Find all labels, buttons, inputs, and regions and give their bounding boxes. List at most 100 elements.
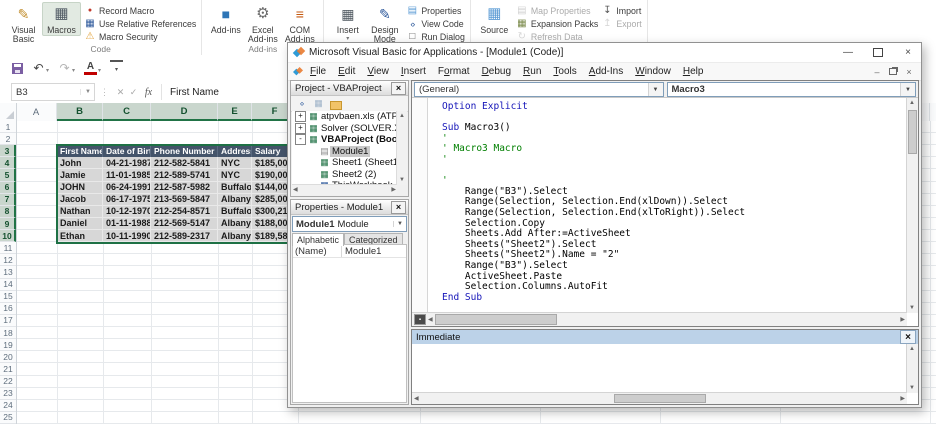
immediate-content[interactable] <box>412 344 907 393</box>
table-cell[interactable]: 11-01-1985 <box>103 169 151 181</box>
tab-alphabetic[interactable]: Alphabetic <box>292 233 344 246</box>
table-header-cell-address[interactable]: Address <box>218 145 252 157</box>
menu-tools[interactable]: Tools <box>547 66 582 77</box>
table-header-cell-first-name[interactable]: First Name <box>57 145 103 157</box>
save-button[interactable] <box>12 63 23 74</box>
ribbon-button-refresh-data[interactable]: Refresh Data <box>516 31 598 42</box>
procedure-view-button[interactable]: ▪ <box>414 314 426 325</box>
properties-close-icon[interactable]: × <box>391 201 406 214</box>
minimize-button[interactable]: — <box>835 44 861 61</box>
table-cell[interactable]: Daniel <box>57 218 103 230</box>
cancel-button[interactable]: ✕ <box>114 87 127 98</box>
name-box[interactable]: B3 ▼ <box>11 83 95 101</box>
scroll-right-icon[interactable]: ▶ <box>900 317 907 323</box>
tree-expander-icon[interactable]: + <box>295 123 306 134</box>
ribbon-button-properties[interactable]: Properties <box>406 5 465 16</box>
menu-run[interactable]: Run <box>517 66 547 77</box>
table-cell[interactable]: 212-254-8571 <box>151 206 218 218</box>
view-code-tool-icon[interactable] <box>295 98 308 110</box>
table-cell[interactable]: Buffalo <box>218 206 252 218</box>
row-header-21[interactable]: 21 <box>0 363 16 375</box>
vscroll-thumb[interactable] <box>908 110 917 154</box>
row-header-1[interactable]: 1 <box>0 121 16 133</box>
row-header-12[interactable]: 12 <box>0 254 16 266</box>
row-header-9[interactable]: 9 <box>0 218 16 230</box>
tree-expander-icon[interactable]: - <box>295 134 306 145</box>
table-cell[interactable]: Ethan <box>57 230 103 242</box>
table-cell[interactable]: 213-569-5847 <box>151 194 218 206</box>
row-header-16[interactable]: 16 <box>0 303 16 315</box>
property-row[interactable]: (Name)Module1 <box>293 245 406 258</box>
project-explorer-titlebar[interactable]: Project - VBAProject × <box>291 81 408 96</box>
table-cell[interactable]: 06-17-1975 <box>103 194 151 206</box>
row-header-14[interactable]: 14 <box>0 279 16 291</box>
row-header-8[interactable]: 8 <box>0 206 16 218</box>
table-cell[interactable]: 01-11-1988 <box>103 218 151 230</box>
selector-dropdown-icon[interactable]: ▼ <box>393 221 406 227</box>
menu-help[interactable]: Help <box>677 66 710 77</box>
sheet-row-25[interactable] <box>16 412 936 424</box>
table-cell[interactable]: 212-589-5741 <box>151 169 218 181</box>
table-cell[interactable]: Jacob <box>57 194 103 206</box>
select-all-corner[interactable] <box>0 103 17 121</box>
scroll-left-icon[interactable]: ◀ <box>414 396 419 402</box>
table-cell[interactable]: Albany <box>218 218 252 230</box>
row-header-13[interactable]: 13 <box>0 266 16 278</box>
scroll-left-icon[interactable]: ◀ <box>293 187 298 193</box>
column-header-a[interactable]: A <box>16 103 57 121</box>
table-cell[interactable]: Buffalo <box>218 182 252 194</box>
menu-view[interactable]: View <box>361 66 395 77</box>
ribbon-button-view-code[interactable]: View Code <box>406 18 465 29</box>
menu-format[interactable]: Format <box>432 66 476 77</box>
ribbon-button-expansion-packs[interactable]: Expansion Packs <box>516 18 598 29</box>
scroll-up-icon[interactable]: ▲ <box>909 346 915 352</box>
object-dropdown[interactable]: (General) ▼ <box>414 82 664 97</box>
vba-title-bar[interactable]: Microsoft Visual Basic for Applications … <box>288 43 921 63</box>
table-cell[interactable]: 06-24-1991 <box>103 182 151 194</box>
close-button[interactable]: × <box>895 44 921 61</box>
formula-bar-grip-icon[interactable]: ⋮ <box>100 87 109 98</box>
view-object-tool-icon[interactable] <box>312 98 325 110</box>
row-header-6[interactable]: 6 <box>0 182 16 194</box>
menu-add-ins[interactable]: Add-Ins <box>583 66 629 77</box>
ribbon-button-run-dialog[interactable]: Run Dialog <box>406 31 465 42</box>
row-header-3[interactable]: 3 <box>0 145 16 157</box>
scroll-down-icon[interactable]: ▼ <box>399 177 405 183</box>
table-cell[interactable]: 212-589-2317 <box>151 230 218 242</box>
immediate-hscrollbar[interactable]: ◀ ▶ <box>412 392 907 404</box>
child-minimize-button[interactable]: – <box>869 67 885 77</box>
enter-button[interactable]: ✓ <box>127 87 140 98</box>
column-header-c[interactable]: C <box>103 103 151 121</box>
formula-bar-value[interactable]: First Name <box>166 87 219 98</box>
dropdown-arrow-icon[interactable]: ▾ <box>72 67 75 75</box>
scroll-right-icon[interactable]: ▶ <box>900 396 905 402</box>
dropdown-arrow-icon[interactable]: ▾ <box>46 67 49 75</box>
immediate-vscrollbar[interactable]: ▲ ▼ <box>906 344 918 393</box>
scroll-up-icon[interactable]: ▲ <box>399 113 405 119</box>
project-tree-hscrollbar[interactable]: ◀ ▶ <box>292 184 397 195</box>
table-cell[interactable]: 212-587-5982 <box>151 182 218 194</box>
table-cell[interactable]: 10-11-1990 <box>103 230 151 242</box>
menu-window[interactable]: Window <box>629 66 677 77</box>
row-header-23[interactable]: 23 <box>0 388 16 400</box>
table-cell[interactable]: 212-569-5147 <box>151 218 218 230</box>
row-header-24[interactable]: 24 <box>0 400 16 412</box>
maximize-button[interactable] <box>865 44 891 61</box>
ribbon-button-use-relative-references[interactable]: Use Relative References <box>84 18 196 29</box>
ribbon-button-excel-add-ins[interactable]: Excel Add-ins <box>244 2 281 44</box>
tree-expander-icon[interactable]: + <box>295 111 306 122</box>
customize-quick-access-toolbar-button[interactable] <box>110 60 123 76</box>
table-cell[interactable]: NYC <box>218 169 252 181</box>
procedure-dropdown[interactable]: Macro3 ▼ <box>667 82 917 97</box>
toggle-folders-tool-icon[interactable] <box>329 98 342 110</box>
ribbon-button-import[interactable]: Import <box>601 5 641 16</box>
table-cell[interactable]: John <box>57 157 103 169</box>
menu-edit[interactable]: Edit <box>332 66 361 77</box>
scroll-down-icon[interactable]: ▼ <box>909 385 915 391</box>
scroll-down-icon[interactable]: ▼ <box>909 305 915 311</box>
ribbon-button-insert[interactable]: Insert▾ <box>329 2 366 43</box>
project-tree-vscrollbar[interactable]: ▲ ▼ <box>396 111 407 185</box>
ribbon-button-export[interactable]: Export <box>601 18 641 29</box>
column-header-e[interactable]: E <box>218 103 252 121</box>
code-vscrollbar[interactable]: ▲ ▼ <box>906 98 918 313</box>
